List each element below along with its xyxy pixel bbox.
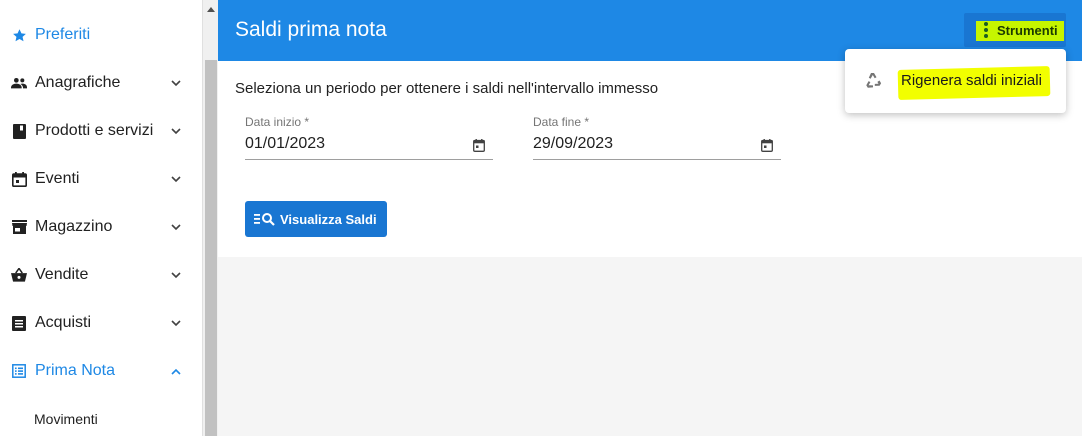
sidebar-item-eventi[interactable]: Eventi [0,155,202,203]
sidebar-item-label: Eventi [35,170,80,187]
sidebar-item-label: Anagrafiche [35,74,121,91]
tools-button[interactable]: Strumenti [964,13,1066,47]
show-balances-label: Visualizza Saldi [280,211,377,227]
end-date-underline [533,159,781,160]
recycle-icon [863,71,883,91]
tools-dropdown-menu: Rigenera saldi iniziali [845,49,1066,113]
sidebar-item-prodotti[interactable]: Prodotti e servizi [0,107,202,155]
more-vertical-icon [981,22,991,38]
chevron-up-icon [170,365,182,377]
chevron-down-icon [170,77,182,89]
people-icon [11,75,27,91]
chevron-down-icon [170,125,182,137]
basket-icon [11,267,27,283]
sidebar-item-anagrafiche[interactable]: Anagrafiche [0,59,202,107]
sidebar-item-prima-nota[interactable]: Prima Nota [0,347,202,395]
sidebar-scrollbar[interactable] [202,0,218,436]
calendar-icon[interactable] [473,139,487,153]
scrollbar-thumb[interactable] [205,60,217,436]
start-date-field: Data inizio * [235,113,493,161]
book-icon [11,123,27,139]
show-balances-button[interactable]: Visualizza Saldi [245,201,387,237]
scroll-up-arrow-icon[interactable] [203,0,219,18]
chevron-down-icon [170,317,182,329]
sidebar: Preferiti Anagrafiche Prodotti e servizi [0,0,202,436]
sidebar-item-preferiti[interactable]: Preferiti [0,11,202,59]
chevron-down-icon [170,221,182,233]
chevron-down-icon [170,173,182,185]
start-date-input[interactable] [245,135,445,153]
end-date-label: Data fine * [533,115,590,129]
sidebar-item-label: Magazzino [35,218,113,235]
sidebar-item-label: Prodotti e servizi [35,122,154,139]
end-date-input[interactable] [533,135,733,153]
sidebar-item-label: Vendite [35,266,89,283]
sidebar-item-magazzino[interactable]: Magazzino [0,203,202,251]
instruction-text: Seleziona un periodo per ottenere i sald… [235,80,659,97]
start-date-underline [245,159,493,160]
sidebar-item-vendite[interactable]: Vendite [0,251,202,299]
chevron-down-icon [170,269,182,281]
calendar-icon [11,171,27,187]
calendar-icon[interactable] [761,139,775,153]
star-icon [11,27,27,43]
end-date-field: Data fine * [523,113,781,161]
sidebar-item-label: Acquisti [35,314,92,331]
menu-item-regenerate[interactable]: Rigenera saldi iniziali [845,49,1066,113]
sidebar-item-acquisti[interactable]: Acquisti [0,299,202,347]
sidebar-item-label: Prima Nota [35,362,116,379]
menu-item-label: Rigenera saldi iniziali [901,72,1042,89]
ledger-icon [11,363,27,379]
start-date-label: Data inizio * [245,115,310,129]
sidebar-item-label: Preferiti [35,26,91,43]
tools-label: Strumenti [997,22,1058,38]
app-root: Preferiti Anagrafiche Prodotti e servizi [0,0,1082,436]
list-icon [11,315,27,331]
sidebar-subitem-movimenti[interactable]: Movimenti [0,404,202,434]
page-title: Saldi prima nota [235,18,387,41]
list-search-icon [254,212,276,226]
store-icon [11,219,27,235]
